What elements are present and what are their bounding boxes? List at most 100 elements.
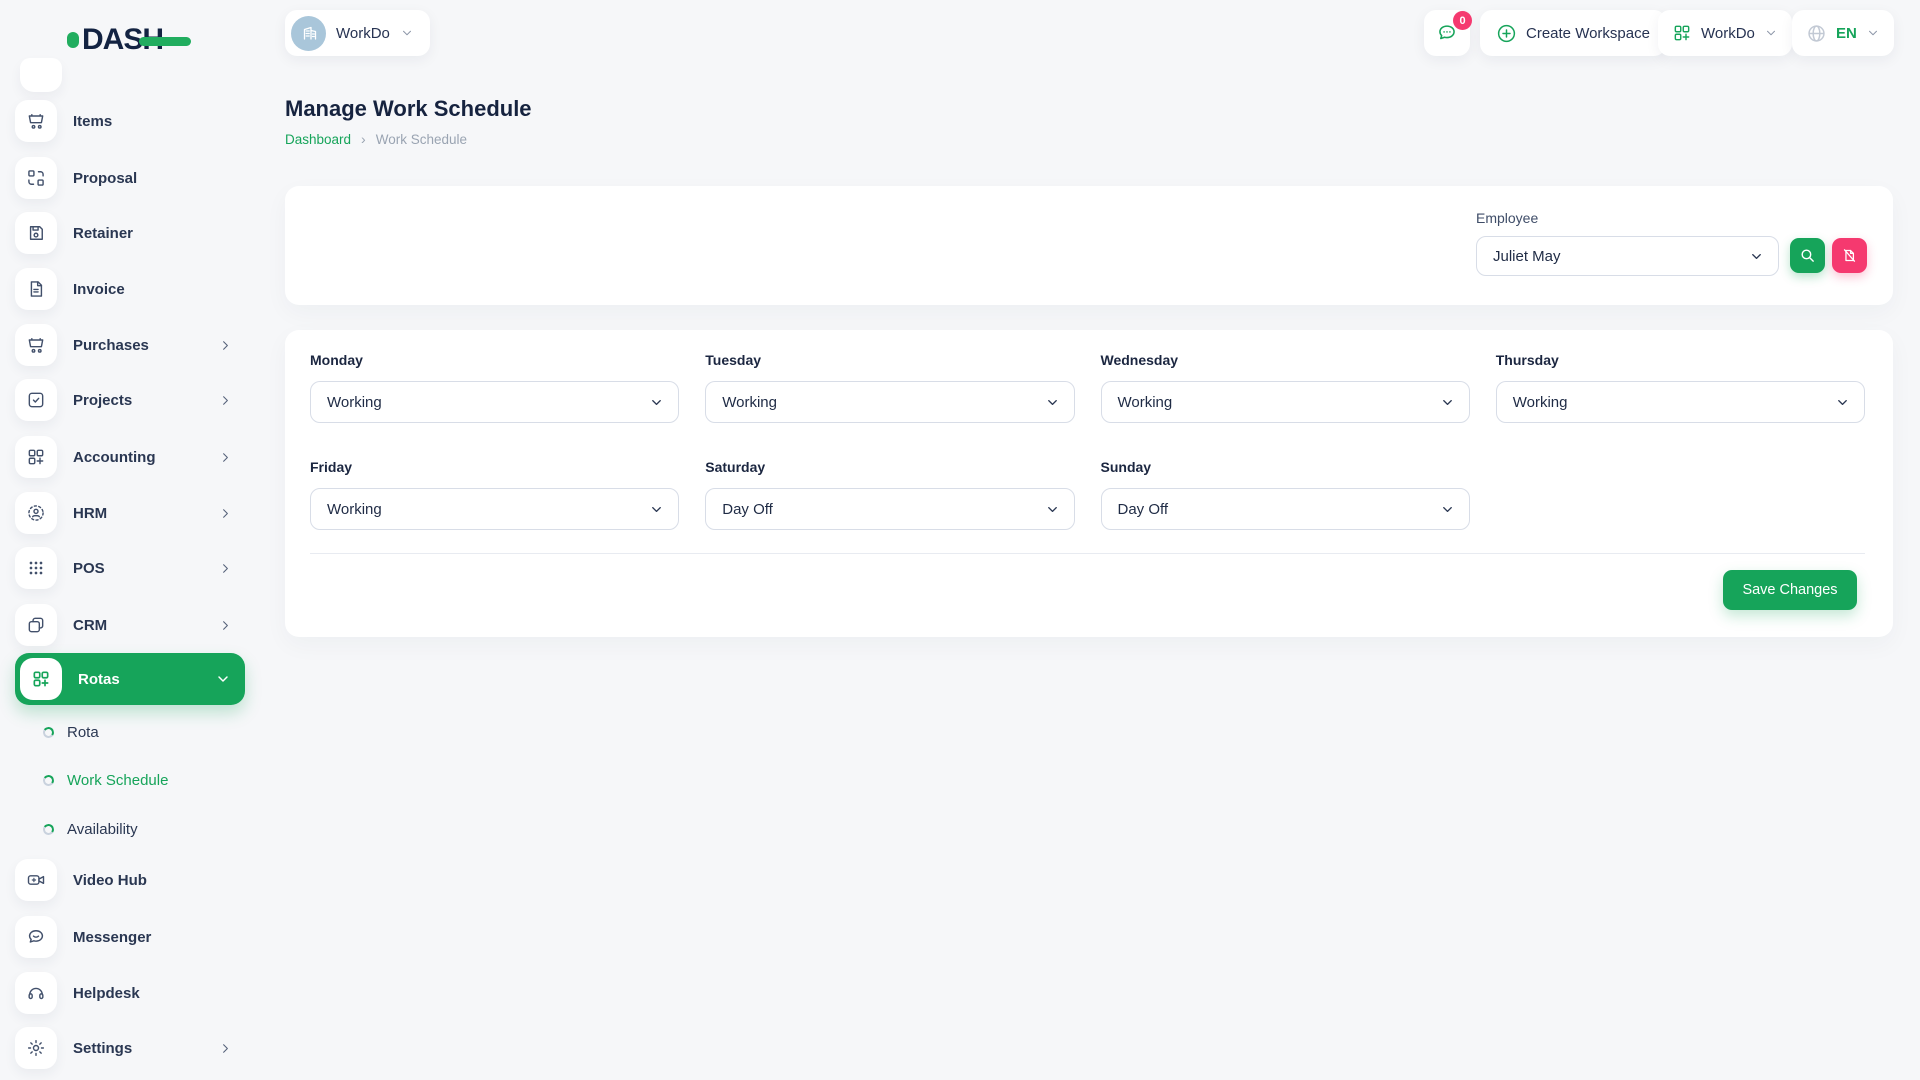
chevron-down-icon [1440, 502, 1455, 517]
tuesday-select[interactable]: Working [705, 381, 1074, 423]
page-title: Manage Work Schedule [285, 96, 532, 122]
chevron-down-icon [1764, 26, 1778, 40]
sidebar-subitem-availability[interactable]: Availability [15, 814, 243, 844]
sidebar-item-label: Purchases [73, 337, 149, 354]
work-schedule-card: Monday Working Tuesday Working Wednesday… [285, 330, 1893, 637]
search-icon [1799, 247, 1816, 264]
chevron-right-icon [218, 450, 233, 465]
select-value: Day Off [1118, 501, 1169, 518]
ring-icon [42, 822, 55, 835]
video-camera-icon [15, 859, 57, 901]
sidebar-item-label: Items [73, 113, 112, 130]
sidebar-item-retainer[interactable]: Retainer [15, 212, 243, 254]
floppy-icon [15, 212, 57, 254]
chevron-right-icon [218, 506, 233, 521]
reset-button[interactable] [1832, 238, 1867, 273]
day-block-wednesday: Wednesday Working [1101, 352, 1470, 423]
chevron-right-icon [218, 1041, 233, 1056]
sidebar-item-projects[interactable]: Projects [15, 379, 243, 421]
monday-select[interactable]: Working [310, 381, 679, 423]
language-selector[interactable]: EN [1792, 10, 1894, 56]
days-grid: Monday Working Tuesday Working Wednesday… [310, 352, 1865, 530]
sidebar-subitem-rota[interactable]: Rota [15, 717, 243, 747]
grid-plus-icon [1672, 23, 1692, 43]
sidebar-item-purchases[interactable]: Purchases [15, 324, 243, 366]
globe-icon [1806, 23, 1827, 44]
sidebar-item-invoice[interactable]: Invoice [15, 268, 243, 310]
search-button[interactable] [1790, 238, 1825, 273]
sidebar-item-label: Video Hub [73, 872, 147, 889]
headset-icon [15, 972, 57, 1014]
sidebar-scroll-peek [20, 58, 62, 92]
chevron-down-icon [649, 395, 664, 410]
language-label: EN [1836, 25, 1857, 42]
cart-icon [15, 100, 57, 142]
chevron-right-icon [218, 338, 233, 353]
create-workspace-button[interactable]: Create Workspace [1480, 10, 1666, 56]
employee-select-value: Juliet May [1493, 248, 1561, 265]
sidebar-item-video-hub[interactable]: Video Hub [15, 859, 243, 901]
sidebar-item-label: POS [73, 560, 105, 577]
friday-select[interactable]: Working [310, 488, 679, 530]
day-block-friday: Friday Working [310, 459, 679, 530]
saturday-select[interactable]: Day Off [705, 488, 1074, 530]
workspace-switcher[interactable]: WorkDo [1658, 10, 1792, 56]
sidebar-item-proposal[interactable]: Proposal [15, 157, 243, 199]
sidebar-subitem-label: Rota [67, 724, 99, 741]
workspace-pill[interactable]: WorkDo [285, 10, 430, 56]
sidebar: Items Proposal Retainer Invoice Purchase… [0, 0, 258, 1080]
wednesday-select[interactable]: Working [1101, 381, 1470, 423]
sidebar-item-label: Messenger [73, 929, 151, 946]
overlapping-squares-icon [15, 604, 57, 646]
sidebar-item-rotas[interactable]: Rotas [15, 653, 245, 705]
messages-button[interactable]: 0 [1424, 10, 1470, 56]
breadcrumb: Dashboard › Work Schedule [285, 131, 467, 147]
thursday-select[interactable]: Working [1496, 381, 1865, 423]
file-icon [15, 268, 57, 310]
breadcrumb-dashboard-link[interactable]: Dashboard [285, 132, 351, 147]
chevron-down-icon [1045, 502, 1060, 517]
chevron-down-icon [1440, 395, 1455, 410]
breadcrumb-separator: › [361, 131, 366, 147]
day-label: Wednesday [1101, 352, 1470, 368]
sidebar-item-label: HRM [73, 505, 107, 522]
sidebar-item-crm[interactable]: CRM [15, 604, 243, 646]
day-block-thursday: Thursday Working [1496, 352, 1865, 423]
day-label: Saturday [705, 459, 1074, 475]
select-value: Working [1513, 394, 1568, 411]
sidebar-item-label: Proposal [73, 170, 137, 187]
sidebar-item-pos[interactable]: POS [15, 547, 243, 589]
grid-plus-icon [20, 658, 62, 700]
chevron-down-icon [649, 502, 664, 517]
ring-icon [42, 725, 55, 738]
ring-icon [42, 773, 55, 786]
sidebar-subitem-work-schedule[interactable]: Work Schedule [15, 765, 243, 795]
select-value: Working [327, 394, 382, 411]
gear-icon [15, 1027, 57, 1069]
chevron-right-icon [218, 561, 233, 576]
select-value: Working [327, 501, 382, 518]
chevron-down-icon [215, 671, 231, 687]
sidebar-item-label: Helpdesk [73, 985, 140, 1002]
workspace-avatar [291, 16, 326, 51]
sidebar-item-helpdesk[interactable]: Helpdesk [15, 972, 243, 1014]
workspace-name: WorkDo [336, 25, 390, 42]
chevron-down-icon [1045, 395, 1060, 410]
save-changes-button[interactable]: Save Changes [1723, 570, 1857, 610]
day-block-saturday: Saturday Day Off [705, 459, 1074, 530]
day-block-monday: Monday Working [310, 352, 679, 423]
plus-circle-icon [1496, 23, 1517, 44]
sidebar-item-label: Projects [73, 392, 132, 409]
sidebar-item-accounting[interactable]: Accounting [15, 436, 243, 478]
create-workspace-label: Create Workspace [1526, 25, 1650, 42]
day-label: Monday [310, 352, 679, 368]
sidebar-item-settings[interactable]: Settings [15, 1027, 243, 1069]
card-divider [310, 553, 1865, 554]
chevron-down-icon [1835, 395, 1850, 410]
sidebar-item-items[interactable]: Items [15, 100, 243, 142]
sidebar-item-hrm[interactable]: HRM [15, 492, 243, 534]
sidebar-item-label: Accounting [73, 449, 156, 466]
sidebar-item-messenger[interactable]: Messenger [15, 916, 243, 958]
sunday-select[interactable]: Day Off [1101, 488, 1470, 530]
employee-select[interactable]: Juliet May [1476, 236, 1779, 276]
